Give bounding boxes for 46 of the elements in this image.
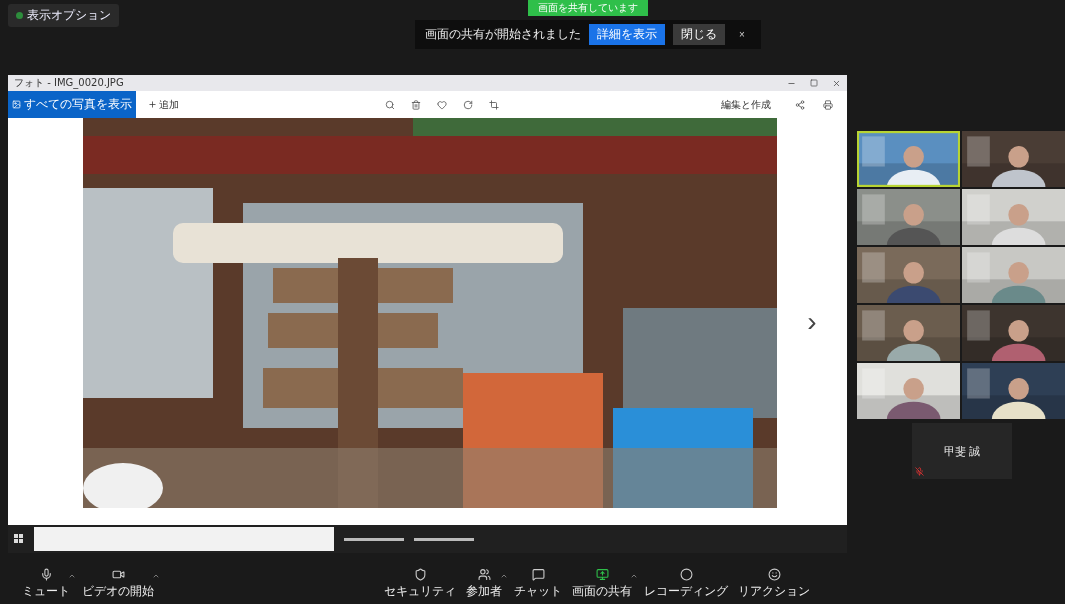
chat-icon bbox=[531, 568, 545, 581]
caret-icon[interactable] bbox=[630, 572, 638, 580]
toolbar-button[interactable]: リアクション bbox=[734, 568, 814, 600]
print-icon[interactable] bbox=[823, 99, 833, 110]
taskbar-item[interactable] bbox=[414, 537, 474, 541]
details-button[interactable]: 詳細を表示 bbox=[589, 24, 665, 45]
shield-icon bbox=[413, 568, 427, 581]
heart-icon[interactable] bbox=[437, 99, 447, 110]
all-photos-button[interactable]: すべての写真を表示 bbox=[8, 91, 136, 118]
zoom-icon[interactable] bbox=[385, 99, 395, 110]
toolbar-button[interactable]: チャット bbox=[510, 568, 566, 600]
next-button[interactable]: › bbox=[801, 304, 823, 339]
rotate-icon[interactable] bbox=[463, 99, 473, 110]
record-icon bbox=[679, 568, 693, 581]
taskbar-item[interactable] bbox=[344, 537, 404, 541]
close-button[interactable]: × bbox=[733, 28, 751, 41]
windows-icon[interactable] bbox=[14, 534, 24, 544]
share-icon[interactable] bbox=[795, 99, 805, 110]
plus-icon bbox=[148, 100, 157, 109]
caret-icon[interactable] bbox=[68, 572, 76, 580]
toolbar-button[interactable]: 参加者 bbox=[462, 568, 506, 600]
delete-icon[interactable] bbox=[411, 99, 421, 110]
mic-icon bbox=[39, 568, 53, 581]
edit-button[interactable]: 編集と作成 bbox=[715, 96, 777, 113]
notification-text: 画面の共有が開始されました bbox=[425, 26, 581, 43]
toolbar-button[interactable]: ミュート bbox=[18, 568, 74, 600]
participant-name: 甲斐 誠 bbox=[943, 443, 981, 459]
screen-share-icon bbox=[595, 568, 609, 581]
add-button[interactable]: 追加 bbox=[142, 96, 185, 113]
video-camera-icon bbox=[111, 568, 125, 581]
toolbar-button[interactable]: 画面の共有 bbox=[568, 568, 636, 600]
photo-icon bbox=[12, 100, 21, 109]
window-title: フォト - IMG_0020.JPG bbox=[14, 76, 124, 90]
people-icon bbox=[477, 568, 491, 581]
crop-icon[interactable] bbox=[489, 99, 499, 110]
toolbar-button[interactable]: レコーディング bbox=[640, 568, 732, 600]
toolbar-button[interactable]: ビデオの開始 bbox=[78, 568, 158, 600]
caret-icon[interactable] bbox=[500, 572, 508, 580]
caret-icon[interactable] bbox=[152, 572, 160, 580]
close-icon[interactable] bbox=[832, 78, 841, 88]
view-options-button[interactable]: 表示オプション bbox=[8, 4, 119, 27]
maximize-icon[interactable] bbox=[810, 78, 818, 87]
smiley-icon bbox=[767, 568, 781, 581]
sharing-banner: 画面を共有しています bbox=[527, 0, 648, 16]
dismiss-button[interactable]: 閉じる bbox=[673, 24, 725, 45]
toolbar-button[interactable]: セキュリティ bbox=[380, 568, 460, 600]
